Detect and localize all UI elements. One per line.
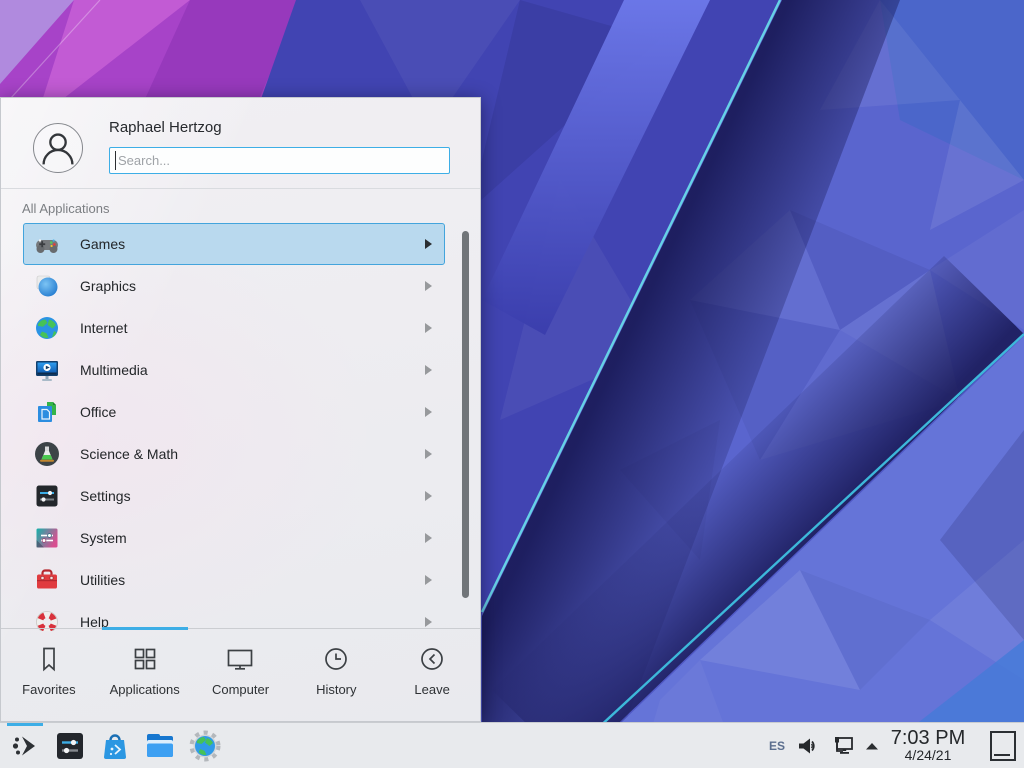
category-utilities[interactable]: Utilities [23, 559, 445, 601]
games-icon [34, 231, 60, 257]
tab-label: Computer [212, 682, 269, 697]
submenu-arrow-icon [425, 365, 432, 375]
tab-label: Favorites [22, 682, 75, 697]
file-manager-icon [144, 730, 176, 762]
submenu-arrow-icon [425, 575, 432, 585]
utilities-icon [34, 567, 60, 593]
submenu-arrow-icon [425, 281, 432, 291]
category-help[interactable]: Help [23, 601, 445, 631]
system-settings-button[interactable] [51, 723, 89, 768]
submenu-arrow-icon [425, 533, 432, 543]
taskbar-panel: ES 7:03 PM 4/24/21 [0, 722, 1024, 768]
graphics-icon [34, 273, 60, 299]
office-icon [34, 399, 60, 425]
tab-favorites[interactable]: Favorites [1, 629, 97, 721]
menu-header: Raphael Hertzog [1, 98, 480, 189]
category-label: Office [80, 404, 116, 420]
tab-label: Applications [110, 682, 180, 697]
category-graphics[interactable]: Graphics [23, 265, 445, 307]
submenu-arrow-icon [425, 407, 432, 417]
category-label: Graphics [80, 278, 136, 294]
show-desktop-button[interactable] [990, 731, 1016, 761]
volume-button[interactable] [797, 736, 819, 756]
section-label: All Applications [22, 201, 109, 216]
user-avatar[interactable] [33, 123, 83, 173]
tab-history[interactable]: History [288, 629, 384, 721]
category-settings[interactable]: Settings [23, 475, 445, 517]
text-cursor [115, 151, 116, 170]
category-system[interactable]: System [23, 517, 445, 559]
category-label: Internet [80, 320, 127, 336]
category-label: Games [80, 236, 125, 252]
search-input[interactable] [109, 147, 450, 174]
clock-time: 7:03 PM [890, 728, 966, 748]
expand-tray-button[interactable] [865, 742, 879, 750]
task-launchers [0, 723, 224, 768]
system-tray: ES 7:03 PM 4/24/21 [769, 728, 1024, 763]
search-field-wrap [109, 147, 450, 174]
science-icon [34, 441, 60, 467]
web-browser-button[interactable] [186, 723, 224, 768]
category-list: Games Graphics Internet [1, 220, 480, 631]
expand-tray-icon [865, 742, 879, 750]
multimedia-icon [34, 357, 60, 383]
submenu-arrow-icon [425, 449, 432, 459]
internet-icon [34, 315, 60, 341]
submenu-arrow-icon [425, 323, 432, 333]
show-desktop-icon [994, 754, 1010, 756]
category-games[interactable]: Games [23, 223, 445, 265]
submenu-arrow-icon [425, 617, 432, 627]
discover-icon [99, 730, 131, 762]
digital-clock[interactable]: 7:03 PM 4/24/21 [890, 728, 966, 763]
category-label: Utilities [80, 572, 125, 588]
category-label: Multimedia [80, 362, 148, 378]
category-label: System [80, 530, 127, 546]
history-icon [321, 644, 351, 674]
category-internet[interactable]: Internet [23, 307, 445, 349]
system-icon [34, 525, 60, 551]
submenu-arrow-icon [425, 239, 432, 249]
tab-computer[interactable]: Computer [193, 629, 289, 721]
application-launcher-button[interactable] [6, 723, 44, 768]
computer-icon [225, 644, 255, 674]
network-button[interactable] [830, 735, 854, 756]
category-multimedia[interactable]: Multimedia [23, 349, 445, 391]
category-science-math[interactable]: Science & Math [23, 433, 445, 475]
volume-icon [797, 736, 819, 756]
settings-icon [34, 483, 60, 509]
system-settings-icon [54, 730, 86, 762]
tab-applications[interactable]: Applications [97, 629, 193, 721]
user-icon [34, 124, 82, 172]
category-label: Settings [80, 488, 131, 504]
tab-label: History [316, 682, 356, 697]
applications-icon [130, 644, 160, 674]
app-launcher-icon [9, 730, 41, 762]
file-manager-button[interactable] [141, 723, 179, 768]
category-label: Science & Math [80, 446, 178, 462]
network-icon [830, 735, 854, 756]
clock-date: 4/24/21 [890, 748, 966, 763]
web-browser-icon [189, 730, 221, 762]
category-office[interactable]: Office [23, 391, 445, 433]
tab-leave[interactable]: Leave [384, 629, 480, 721]
submenu-arrow-icon [425, 491, 432, 501]
keyboard-layout-indicator[interactable]: ES [769, 739, 785, 753]
tab-label: Leave [414, 682, 449, 697]
user-name: Raphael Hertzog [109, 119, 222, 136]
leave-icon [417, 644, 447, 674]
application-launcher-menu: Raphael Hertzog All Applications Games [0, 97, 481, 722]
favorites-icon [34, 644, 64, 674]
list-scrollbar[interactable] [462, 231, 469, 598]
discover-button[interactable] [96, 723, 134, 768]
menu-tab-bar: Favorites Applications Computer History [1, 628, 480, 721]
